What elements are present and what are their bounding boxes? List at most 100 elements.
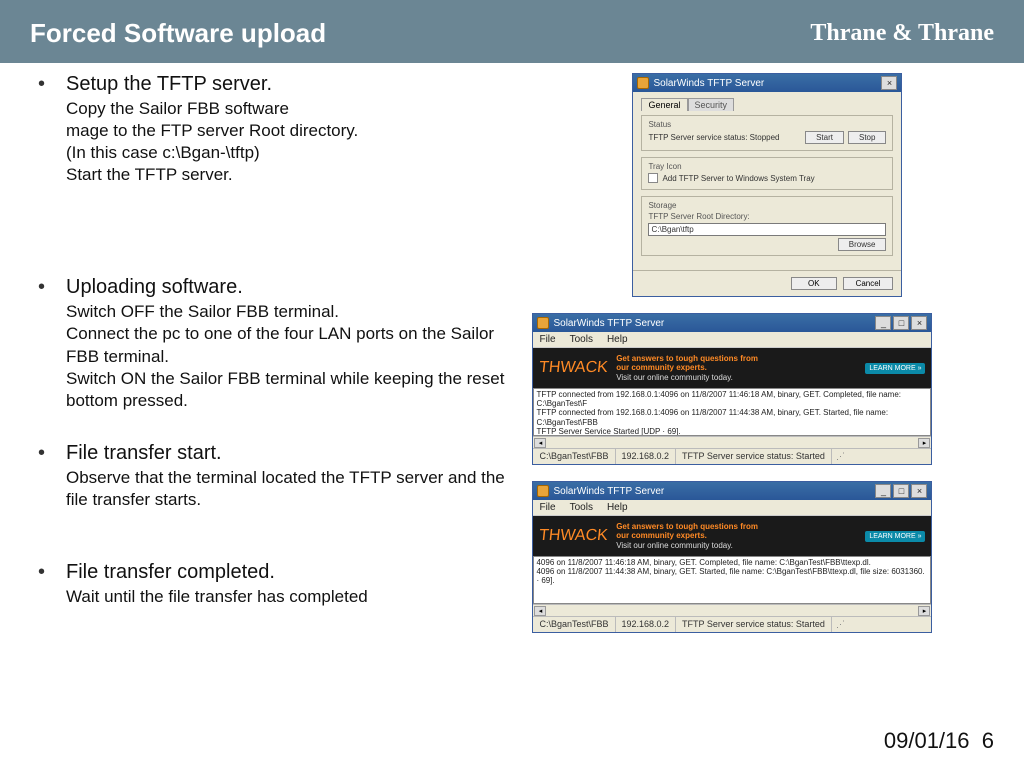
bullet-uploading: • Uploading software. Switch OFF the Sai… <box>38 276 522 411</box>
browse-button[interactable]: Browse <box>838 238 887 251</box>
bullet-line: Observe that the terminal located the TF… <box>66 467 522 511</box>
statusbar: C:\BganTest\FBB 192.168.0.2 TFTP Server … <box>533 448 931 464</box>
bullet-marker: • <box>38 561 66 608</box>
thwack-logo: THWACK <box>539 527 610 545</box>
horizontal-scrollbar[interactable]: ◂ ▸ <box>533 604 931 616</box>
scroll-left-icon[interactable]: ◂ <box>534 438 546 448</box>
tab-strip: General Security <box>641 98 893 111</box>
brand-logo: Thrane & Thrane <box>810 20 994 47</box>
log-line: 4096 on 11/8/2007 11:44:38 AM, binary, G… <box>536 567 928 576</box>
status-ip: 192.168.0.2 <box>616 617 677 632</box>
close-icon[interactable]: × <box>911 484 927 498</box>
slide-content: • Setup the TFTP server. Copy the Sailor… <box>0 63 1024 649</box>
scroll-right-icon[interactable]: ▸ <box>918 606 930 616</box>
ad-banner: THWACK Get answers to tough questions fr… <box>533 516 931 556</box>
menubar: File Tools Help <box>533 332 931 348</box>
resize-grip-icon[interactable]: ⋰ <box>832 617 846 632</box>
statusbar: C:\BganTest\FBB 192.168.0.2 TFTP Server … <box>533 616 931 632</box>
group-label: Status <box>648 120 886 129</box>
minimize-icon[interactable]: _ <box>875 484 891 498</box>
titlebar: SolarWinds TFTP Server _ □ × <box>533 482 931 500</box>
app-icon <box>537 485 549 497</box>
window-title: SolarWinds TFTP Server <box>553 318 664 329</box>
learn-more-button[interactable]: LEARN MORE » <box>865 531 925 542</box>
bullet-title: Setup the TFTP server. <box>66 73 522 96</box>
bullet-start: • File transfer start. Observe that the … <box>38 442 522 511</box>
log-output: TFTP connected from 192.168.0.1:4096 on … <box>533 388 931 436</box>
window-title: SolarWinds TFTP Server <box>653 78 764 89</box>
bullet-title: File transfer start. <box>66 442 522 465</box>
minimize-icon[interactable]: _ <box>875 316 891 330</box>
tab-general[interactable]: General <box>641 98 687 111</box>
thwack-logo: THWACK <box>539 359 610 377</box>
bullet-title: Uploading software. <box>66 276 522 299</box>
group-label: Storage <box>648 201 886 210</box>
config-dialog: SolarWinds TFTP Server × General Securit… <box>632 73 902 297</box>
ad-banner: THWACK Get answers to tough questions fr… <box>533 348 931 388</box>
scroll-left-icon[interactable]: ◂ <box>534 606 546 616</box>
log-line: · 69]. <box>536 576 928 585</box>
titlebar: SolarWinds TFTP Server _ □ × <box>533 314 931 332</box>
maximize-icon[interactable]: □ <box>893 484 909 498</box>
tftp-window-started: SolarWinds TFTP Server _ □ × File Tools … <box>532 313 932 465</box>
log-line: 4096 on 11/8/2007 11:46:18 AM, binary, G… <box>536 558 928 567</box>
bullet-marker: • <box>38 73 66 186</box>
right-column: SolarWinds TFTP Server × General Securit… <box>532 73 1024 649</box>
bullet-line: Switch OFF the Sailor FBB terminal. <box>66 301 522 323</box>
menu-file[interactable]: File <box>539 334 555 345</box>
status-path: C:\BganTest\FBB <box>533 617 615 632</box>
group-label: Tray Icon <box>648 162 886 171</box>
menu-tools[interactable]: Tools <box>570 334 593 345</box>
tray-checkbox[interactable] <box>648 173 658 183</box>
storage-group: Storage TFTP Server Root Directory: C:\B… <box>641 196 893 256</box>
tab-security[interactable]: Security <box>688 98 735 111</box>
log-line: TFTP connected from 192.168.0.1:4096 on … <box>536 408 928 426</box>
stop-button[interactable]: Stop <box>848 131 886 144</box>
bullet-completed: • File transfer completed. Wait until th… <box>38 561 522 608</box>
tray-group: Tray Icon Add TFTP Server to Windows Sys… <box>641 157 893 190</box>
close-icon[interactable]: × <box>881 76 897 90</box>
menu-tools[interactable]: Tools <box>570 502 593 513</box>
menu-help[interactable]: Help <box>607 334 628 345</box>
bullet-line: Start the TFTP server. <box>66 164 522 186</box>
titlebar: SolarWinds TFTP Server × <box>633 74 901 92</box>
menubar: File Tools Help <box>533 500 931 516</box>
ok-button[interactable]: OK <box>791 277 837 290</box>
tray-label: Add TFTP Server to Windows System Tray <box>662 174 814 183</box>
scroll-right-icon[interactable]: ▸ <box>918 438 930 448</box>
maximize-icon[interactable]: □ <box>893 316 909 330</box>
slide-header: Forced Software upload Thrane & Thrane <box>0 0 1024 63</box>
start-button[interactable]: Start <box>805 131 844 144</box>
window-title: SolarWinds TFTP Server <box>553 486 664 497</box>
menu-help[interactable]: Help <box>607 502 628 513</box>
resize-grip-icon[interactable]: ⋰ <box>832 449 846 464</box>
footer-page: 6 <box>982 728 994 753</box>
cancel-button[interactable]: Cancel <box>843 277 894 290</box>
footer-date: 09/01/16 <box>884 728 970 753</box>
horizontal-scrollbar[interactable]: ◂ ▸ <box>533 436 931 448</box>
root-label: TFTP Server Root Directory: <box>648 212 886 221</box>
bullet-setup: • Setup the TFTP server. Copy the Sailor… <box>38 73 522 186</box>
bullet-marker: • <box>38 276 66 411</box>
left-column: • Setup the TFTP server. Copy the Sailor… <box>0 73 532 649</box>
app-icon <box>537 317 549 329</box>
app-icon <box>637 77 649 89</box>
bullet-line: Wait until the file transfer has complet… <box>66 586 522 608</box>
status-ip: 192.168.0.2 <box>616 449 677 464</box>
menu-file[interactable]: File <box>539 502 555 513</box>
slide-title: Forced Software upload <box>30 18 326 49</box>
bullet-line: Switch ON the Sailor FBB terminal while … <box>66 368 522 412</box>
log-output: 4096 on 11/8/2007 11:46:18 AM, binary, G… <box>533 556 931 604</box>
slide-footer: 09/01/16 6 <box>884 728 994 754</box>
close-icon[interactable]: × <box>911 316 927 330</box>
status-text: TFTP Server service status: Stopped <box>648 133 801 142</box>
bullet-title: File transfer completed. <box>66 561 522 584</box>
status-group: Status TFTP Server service status: Stopp… <box>641 115 893 151</box>
root-directory-input[interactable]: C:\Bgan\tftp <box>648 223 886 236</box>
log-line: TFTP connected from 192.168.0.1:4096 on … <box>536 390 928 408</box>
banner-text: Get answers to tough questions from our … <box>616 522 857 551</box>
log-line: TFTP Server Service Started [UDP · 69]. <box>536 427 928 436</box>
status-service: TFTP Server service status: Started <box>676 449 832 464</box>
bullet-marker: • <box>38 442 66 511</box>
learn-more-button[interactable]: LEARN MORE » <box>865 363 925 374</box>
